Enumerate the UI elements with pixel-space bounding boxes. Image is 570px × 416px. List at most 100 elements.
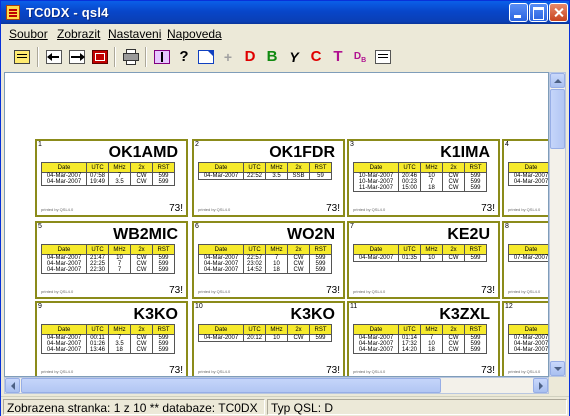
qsl-card[interactable]: 10 K3KO Date UTC MHz 2x RST 04-Mar-2007 20:12 10 C… [192, 301, 345, 376]
qsl-card[interactable]: 4 DateUTCMHz2xRST04-Mar-200704-Mar-2007 pr… [502, 139, 548, 217]
title-bar[interactable]: TC0DX - qsl4 [1, 1, 569, 24]
qsl-card[interactable]: 6 WO2N Date UTC MHz 2x RST 04-Mar-2007 22:57 7 CW 5… [192, 221, 345, 299]
qso-cell: 18 [420, 185, 443, 192]
qso-header-cell: MHz [420, 244, 443, 255]
qsl-card[interactable]: 12 DateUTCMHz2xRST07-Mar-200704-Mar-20070… [502, 301, 548, 376]
filter-t-button[interactable]: T [327, 46, 349, 68]
qso-header-cell: 2x [130, 244, 153, 255]
card-closing: 73! [169, 285, 183, 296]
qso-cell: CW [442, 347, 465, 354]
card-callsign: KE2U [447, 226, 490, 243]
qso-header-cell: MHz [108, 162, 131, 173]
qso-header-cell: UTC [86, 324, 109, 335]
qso-table: DateUTCMHz2xRST07-Mar-2007 [508, 244, 548, 262]
card-callsign: OK1AMD [108, 144, 178, 161]
print-button[interactable] [120, 46, 142, 68]
layout-view-button[interactable] [11, 46, 33, 68]
card-closing: 73! [326, 285, 340, 296]
card-number: 12 [505, 303, 513, 310]
qso-table: Date UTC MHz 2x RST 10-Mar-2007 20:46 10 CW 599 10… [353, 162, 487, 192]
qso-header-cell: UTC [86, 244, 109, 255]
close-button[interactable] [549, 3, 568, 22]
qso-cell: CW [130, 347, 153, 354]
qso-header-cell: RST [464, 162, 487, 173]
qso-cell: 18 [420, 347, 443, 354]
app-icon [6, 5, 20, 20]
add-button[interactable]: + [217, 46, 239, 68]
card-printed-by: printed by QSL4.0 [353, 207, 386, 212]
qsl-card[interactable]: 11 K3ZXL Date UTC MHz 2x RST 04-Mar-2007 01:14 7 C… [347, 301, 500, 376]
vertical-scroll-thumb[interactable] [550, 89, 565, 149]
qsl-card[interactable]: 2 OK1FDR Date UTC MHz 2x RST 04-Mar-2007 22:52 3.… [192, 139, 345, 217]
delete-button[interactable] [89, 46, 111, 68]
toolbar: ? + D B Y C T DB [5, 45, 567, 70]
qso-cell: 3.5 [108, 179, 131, 186]
qso-header-cell: 2x [130, 324, 153, 335]
qsl-card[interactable]: 3 K1IMA Date UTC MHz 2x RST 10-Mar-2007 20:46 10 C… [347, 139, 500, 217]
qso-cell: 10 [420, 254, 443, 262]
letter-b-icon: B [266, 48, 278, 65]
qso-header-cell: Date [41, 162, 87, 173]
qso-cell: 7 [108, 267, 131, 274]
filter-c-button[interactable]: C [305, 46, 327, 68]
maximize-button[interactable] [529, 3, 548, 22]
menu-zobrazit[interactable]: Zobrazit [57, 27, 100, 41]
qso-table: Date UTC MHz 2x RST 04-Mar-2007 21:47 10 CW 599 04… [41, 244, 175, 274]
card-callsign: K3ZXL [439, 306, 490, 323]
minimize-button[interactable] [509, 3, 528, 22]
qso-header-cell: UTC [398, 324, 421, 335]
qso-cell: 599 [309, 267, 332, 274]
card-printed-by: printed by QSL4.0 [198, 207, 231, 212]
status-page-info: Zobrazena stranka: 1 z 10 ** databaze: T… [3, 399, 265, 415]
next-page-button[interactable] [66, 46, 88, 68]
list-button[interactable] [372, 46, 394, 68]
arrow-down-icon [554, 367, 562, 375]
menu-nastaveni[interactable]: Nastaveni [108, 27, 161, 41]
qsl-card[interactable]: 9 K3KO Date UTC MHz 2x RST 04-Mar-2007 00:11 7 CW 5… [35, 301, 188, 376]
qso-header-cell: 2x [442, 244, 465, 255]
scroll-up-button[interactable] [550, 73, 565, 88]
help-button[interactable]: ? [173, 46, 195, 68]
card-number: 5 [38, 223, 42, 230]
qsl-card[interactable]: 8 DateUTCMHz2xRST07-Mar-2007 printed by QS… [502, 221, 548, 299]
filter-d-button[interactable]: D [239, 46, 261, 68]
menu-napoveda[interactable]: Napoveda [167, 27, 222, 41]
arrow-up-icon [554, 75, 562, 83]
card-number: 10 [195, 303, 203, 310]
filter-db-button[interactable]: DB [349, 46, 371, 68]
qso-cell: 04-Mar-2007 [353, 254, 399, 262]
card-printed-by: printed by QSL4.0 [508, 289, 541, 294]
horizontal-scrollbar[interactable] [4, 377, 549, 394]
qso-table: Date UTC MHz 2x RST 04-Mar-2007 00:11 7 CW 599 04-… [41, 324, 175, 354]
qso-header-cell: UTC [243, 244, 266, 255]
qsl-card[interactable]: 7 KE2U Date UTC MHz 2x RST 04-Mar-2007 01:35 10 CW… [347, 221, 500, 299]
qso-cell: CW [287, 267, 310, 274]
scroll-left-button[interactable] [5, 378, 20, 393]
qso-table: DateUTCMHz2xRST04-Mar-200704-Mar-2007 [508, 162, 548, 186]
menu-bar: Soubor Zobrazit Nastaveni Napoveda [1, 24, 569, 43]
insert-button[interactable] [151, 46, 173, 68]
horizontal-scroll-thumb[interactable] [21, 378, 441, 393]
card-number: 11 [350, 303, 358, 310]
qso-header-cell: MHz [265, 324, 288, 335]
qsl-preview-area[interactable]: 1 OK1AMD Date UTC MHz 2x RST 04-Mar-2007 07:58 7 C… [4, 72, 549, 377]
qsl-card[interactable]: 1 OK1AMD Date UTC MHz 2x RST 04-Mar-2007 07:58 7 C… [35, 139, 188, 217]
qso-header-cell: MHz [420, 324, 443, 335]
scroll-down-button[interactable] [550, 361, 565, 376]
card-closing: 73! [169, 203, 183, 214]
new-page-button[interactable] [195, 46, 217, 68]
list-icon [375, 50, 391, 64]
scroll-right-button[interactable] [533, 378, 548, 393]
card-closing: 73! [326, 203, 340, 214]
prev-page-button[interactable] [43, 46, 65, 68]
menu-soubor[interactable]: Soubor [9, 27, 48, 41]
card-callsign: OK1FDR [269, 144, 335, 161]
card-closing: 73! [481, 365, 495, 376]
qsl-card[interactable]: 5 WB2MIC Date UTC MHz 2x RST 04-Mar-2007 21:47 10… [35, 221, 188, 299]
qso-cell: 59 [309, 172, 332, 180]
vertical-scrollbar[interactable] [549, 72, 566, 377]
card-number: 2 [195, 141, 199, 148]
qso-header-cell: Date [353, 324, 399, 335]
filter-b-button[interactable]: B [261, 46, 283, 68]
filter-y-button[interactable]: Y [283, 46, 305, 68]
